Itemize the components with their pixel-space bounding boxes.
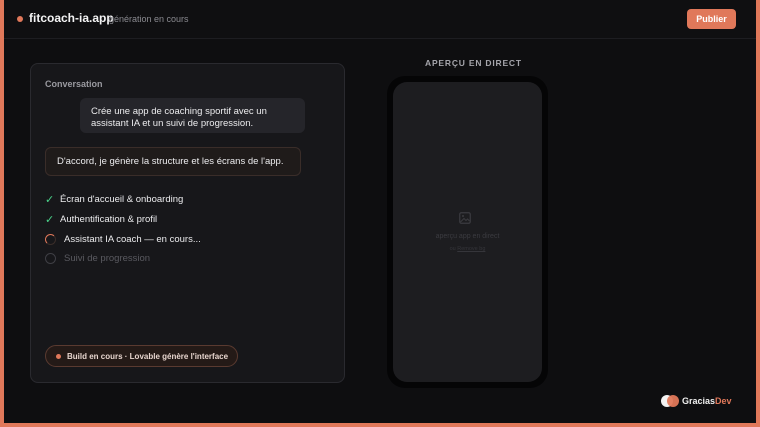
- conversation-panel: Conversation Crée une app de coaching sp…: [30, 63, 345, 383]
- publish-button[interactable]: Publier: [687, 9, 736, 29]
- app-frame: fitcoach-ia.app génération en cours Publ…: [4, 0, 756, 423]
- brand-mark-icon: [661, 395, 679, 407]
- task-label: Assistant IA coach — en cours...: [64, 233, 201, 245]
- task-item: Assistant IA coach — en cours...: [45, 232, 201, 246]
- build-status-badge: Build en cours · Lovable génère l'interf…: [45, 345, 238, 367]
- task-item: ✓ Écran d'accueil & onboarding: [45, 192, 183, 206]
- image-placeholder-icon: [459, 212, 471, 224]
- preview-placeholder-label: aperçu app en direct: [435, 233, 500, 240]
- top-bar: fitcoach-ia.app génération en cours Publ…: [4, 0, 756, 39]
- task-label: Authentification & profil: [60, 213, 158, 225]
- brand-name-accent: Dev: [715, 396, 732, 406]
- user-message: Crée une app de coaching sportif avec un…: [80, 98, 305, 133]
- brand-name-main: Gracias: [682, 396, 716, 406]
- status-dot-icon: [17, 16, 23, 22]
- assistant-message: D'accord, je génère la structure et les …: [45, 147, 301, 176]
- brand-logo: GraciasDev: [661, 395, 732, 407]
- app-name: fitcoach-ia.app: [29, 11, 114, 25]
- build-status-text: Build en cours · Lovable génère l'interf…: [67, 351, 229, 361]
- preview-placeholder-sub: ou Remove bg: [393, 246, 542, 252]
- placeholder-prefix: ou: [449, 246, 456, 252]
- preview-title: APERÇU EN DIRECT: [425, 58, 522, 68]
- checkmark-icon: ✓: [45, 193, 55, 206]
- task-item: Suivi de progression: [45, 251, 150, 265]
- task-label: Écran d'accueil & onboarding: [60, 193, 184, 205]
- remove-bg-link[interactable]: Remove bg: [457, 246, 485, 252]
- panel-title: Conversation: [45, 79, 103, 89]
- phone-screen[interactable]: [393, 82, 542, 382]
- checkmark-icon: ✓: [45, 213, 55, 226]
- pending-circle-icon: [45, 252, 56, 264]
- brand-name: GraciasDev: [682, 396, 732, 406]
- generation-status: génération en cours: [109, 14, 189, 24]
- build-dot-icon: [56, 353, 61, 359]
- spinner-icon: [45, 233, 56, 245]
- task-label: Suivi de progression: [64, 252, 151, 264]
- task-item: ✓ Authentification & profil: [45, 212, 157, 226]
